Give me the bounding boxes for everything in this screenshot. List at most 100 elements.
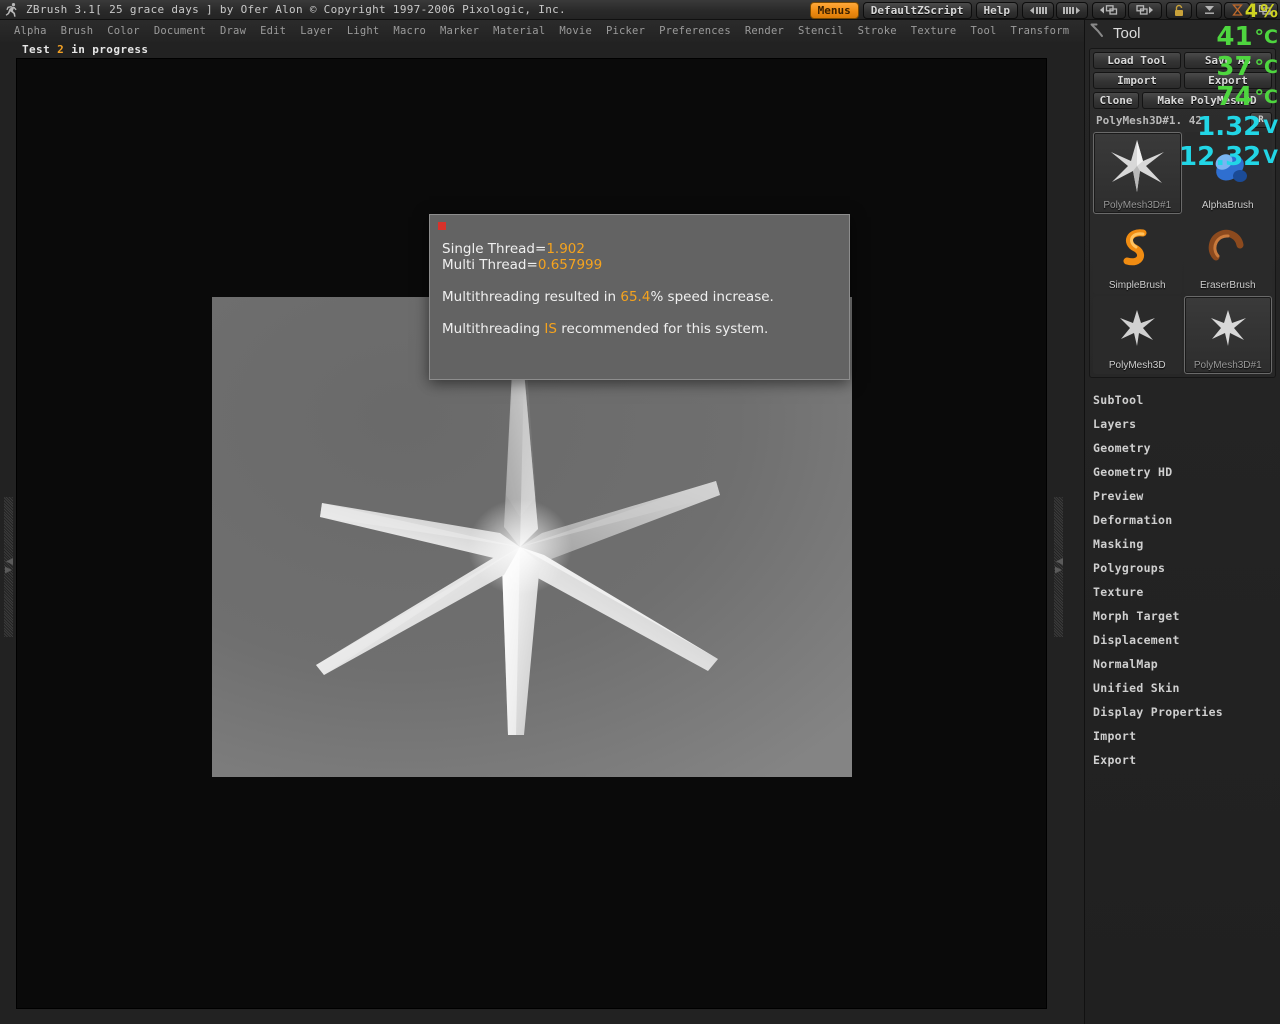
default-zscript-button[interactable]: DefaultZScript (863, 2, 972, 19)
recommendation-prefix: Multithreading (442, 321, 544, 337)
subpalette-display-properties[interactable]: Display Properties (1093, 700, 1280, 724)
multi-thread-value: 0.657999 (538, 257, 602, 273)
left-edge-arrows-icon[interactable] (2, 557, 16, 579)
menu-item-movie[interactable]: Movie (559, 25, 592, 37)
lock-icon[interactable] (1166, 2, 1192, 19)
export-button[interactable]: Export (1184, 72, 1272, 89)
speed-increase-line: Multithreading resulted in 65.4% speed i… (442, 289, 839, 305)
tool-thumb-polymesh3d[interactable]: PolyMesh3D (1093, 296, 1182, 374)
subpalette-export[interactable]: Export (1093, 748, 1280, 772)
menu-item-tool[interactable]: Tool (970, 25, 996, 37)
tool-thumb-alphabrush[interactable]: AlphaBrush (1184, 132, 1273, 214)
tool-thumb-polymesh3d-1[interactable]: PolyMesh3D#1 (1184, 296, 1273, 374)
menu-item-document[interactable]: Document (154, 25, 206, 37)
menu-item-render[interactable]: Render (745, 25, 784, 37)
doc-title-prefix: Test (22, 43, 50, 56)
menu-item-material[interactable]: Material (493, 25, 545, 37)
current-tool-name: PolyMesh3D#1. 42 (1093, 114, 1247, 127)
item-nav-controls (1092, 2, 1162, 19)
simple-brush-icon (1117, 227, 1157, 273)
scroll-left-icon[interactable] (1022, 2, 1054, 19)
subpalette-geometry-hd[interactable]: Geometry HD (1093, 460, 1280, 484)
tool-thumb-polymesh3d-1-large[interactable]: PolyMesh3D#1 (1093, 132, 1182, 214)
single-thread-label: Single Thread= (442, 241, 546, 257)
close-icon[interactable] (438, 222, 446, 230)
subpalette-morph-target[interactable]: Morph Target (1093, 604, 1280, 628)
tool-palette-panel: Tool Load Tool Save As Import Export Clo… (1084, 20, 1280, 1024)
import-button[interactable]: Import (1093, 72, 1181, 89)
tool-actions-box: Load Tool Save As Import Export Clone Ma… (1089, 48, 1276, 378)
tool-thumb-eraserbrush[interactable]: EraserBrush (1184, 216, 1273, 294)
restore-icon[interactable] (1224, 2, 1250, 19)
menus-button[interactable]: Menus (810, 2, 859, 19)
spacer (442, 305, 839, 321)
menu-item-marker[interactable]: Marker (440, 25, 479, 37)
alpha-brush-icon (1204, 143, 1252, 193)
recommendation-suffix: recommended for this system. (557, 321, 768, 337)
tool-button-row-1: Load Tool Save As (1093, 52, 1272, 69)
menu-item-picker[interactable]: Picker (606, 25, 645, 37)
prev-item-icon[interactable] (1092, 2, 1126, 19)
subpalette-unified-skin[interactable]: Unified Skin (1093, 676, 1280, 700)
subpalette-layers[interactable]: Layers (1093, 412, 1280, 436)
tool-thumb-label: PolyMesh3D#1 (1094, 200, 1181, 211)
menu-item-stroke[interactable]: Stroke (858, 25, 897, 37)
load-tool-button[interactable]: Load Tool (1093, 52, 1181, 69)
minimize-icon[interactable] (1196, 2, 1222, 19)
canvas-frame[interactable] (16, 58, 1047, 1009)
right-edge-arrows-icon[interactable] (1052, 557, 1066, 579)
subpalette-displacement[interactable]: Displacement (1093, 628, 1280, 652)
speed-increase-suffix: % speed increase. (650, 289, 773, 305)
menu-item-texture[interactable]: Texture (911, 25, 957, 37)
doc-title-suffix: in progress (71, 43, 148, 56)
menu-item-macro[interactable]: Macro (393, 25, 426, 37)
single-thread-line: Single Thread=1.902 (442, 241, 839, 257)
subpalette-subtool[interactable]: SubTool (1093, 388, 1280, 412)
zbrush-runner-logo-icon (3, 2, 21, 18)
tool-thumbnail-grid: PolyMesh3D#1 AlphaBrush SimpleBrush (1093, 132, 1272, 374)
scroll-right-icon[interactable] (1056, 2, 1088, 19)
multithreading-result-dialog: Single Thread=1.902 Multi Thread=0.65799… (429, 214, 850, 380)
clone-button[interactable]: Clone (1093, 92, 1139, 109)
menu-item-stencil[interactable]: Stencil (798, 25, 844, 37)
subpalette-deformation[interactable]: Deformation (1093, 508, 1280, 532)
workspace (0, 42, 1084, 1024)
subpalette-preview[interactable]: Preview (1093, 484, 1280, 508)
subpalette-polygroups[interactable]: Polygroups (1093, 556, 1280, 580)
tool-hammer-icon (1089, 22, 1107, 44)
title-bar: ZBrush 3.1[ 25 grace days ] by Ofer Alon… (0, 0, 1280, 20)
menu-item-edit[interactable]: Edit (260, 25, 286, 37)
menu-item-brush[interactable]: Brush (61, 25, 94, 37)
title-bar-controls: Menus DefaultZScript Help (810, 1, 1278, 19)
subpalette-texture[interactable]: Texture (1093, 580, 1280, 604)
tool-button-row-3: Clone Make PolyMesh3D (1093, 92, 1272, 109)
tool-button-row-2: Import Export (1093, 72, 1272, 89)
subpalette-geometry[interactable]: Geometry (1093, 436, 1280, 460)
star-mesh-icon (1208, 308, 1248, 352)
speed-increase-prefix: Multithreading resulted in (442, 289, 620, 305)
subpalette-normalmap[interactable]: NormalMap (1093, 652, 1280, 676)
subpalette-import[interactable]: Import (1093, 724, 1280, 748)
rename-button[interactable]: R (1250, 112, 1272, 128)
menu-item-preferences[interactable]: Preferences (659, 25, 731, 37)
palette-title: Tool (1113, 25, 1141, 42)
multi-thread-line: Multi Thread=0.657999 (442, 257, 839, 273)
menu-item-light[interactable]: Light (347, 25, 380, 37)
menu-item-transform[interactable]: Transform (1011, 25, 1070, 37)
tool-thumb-label: SimpleBrush (1094, 280, 1181, 291)
subpalette-masking[interactable]: Masking (1093, 532, 1280, 556)
document-status-title: Test 2 in progress (22, 43, 148, 56)
make-polymesh3d-button[interactable]: Make PolyMesh3D (1142, 92, 1272, 109)
menu-item-alpha[interactable]: Alpha (14, 25, 47, 37)
recommendation-value: IS (544, 321, 557, 337)
close-window-icon[interactable] (1252, 2, 1278, 19)
next-item-icon[interactable] (1128, 2, 1162, 19)
menu-item-draw[interactable]: Draw (220, 25, 246, 37)
save-as-button[interactable]: Save As (1184, 52, 1272, 69)
single-thread-value: 1.902 (546, 241, 585, 257)
help-button[interactable]: Help (976, 2, 1019, 19)
menu-item-layer[interactable]: Layer (300, 25, 333, 37)
tool-thumb-simplebrush[interactable]: SimpleBrush (1093, 216, 1182, 294)
scroll-controls (1022, 2, 1088, 19)
menu-item-color[interactable]: Color (107, 25, 140, 37)
